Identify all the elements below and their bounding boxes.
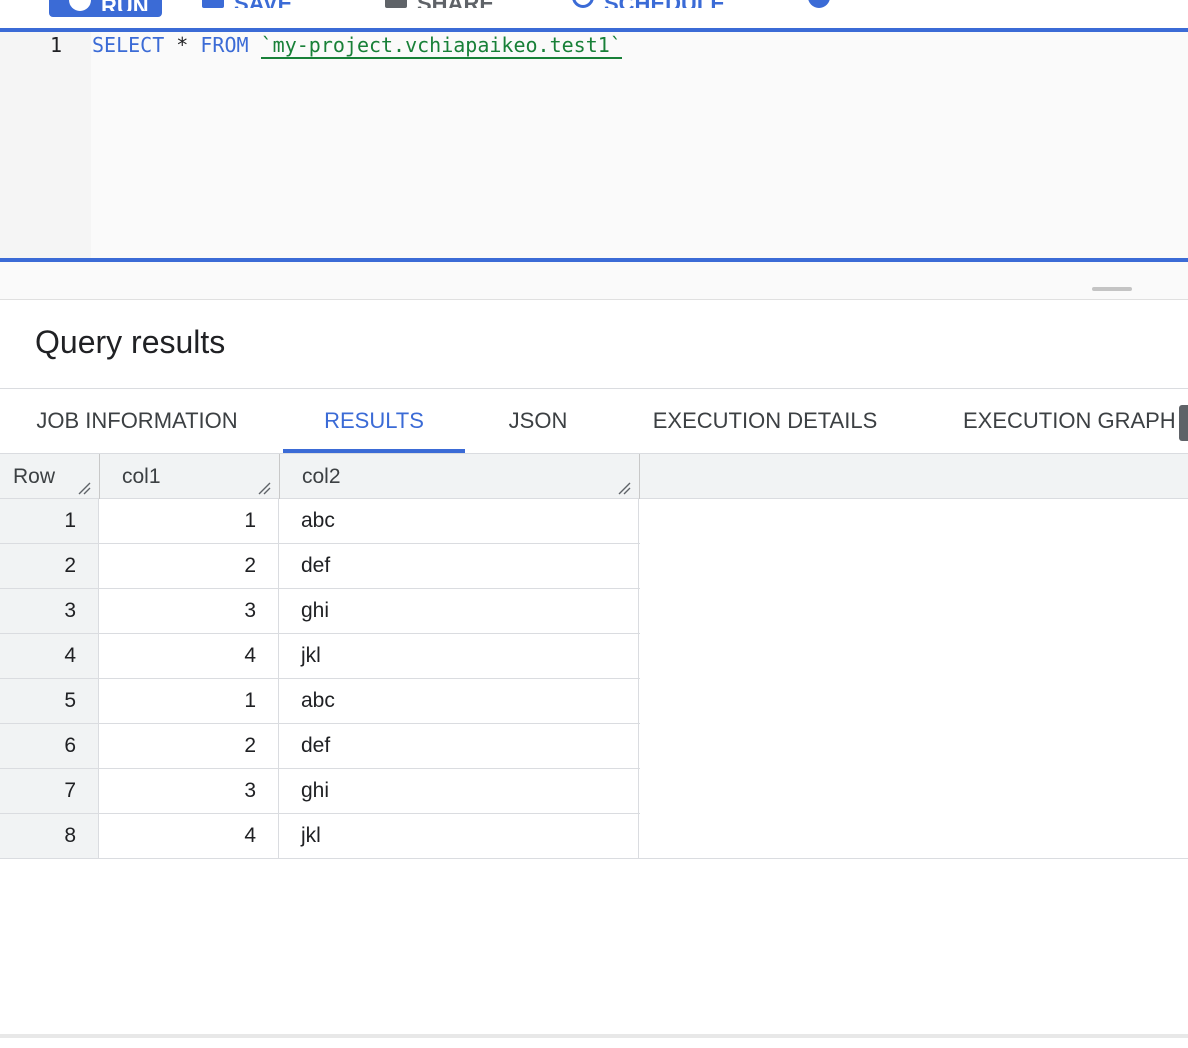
col1-cell[interactable]: 2	[99, 724, 279, 768]
sql-editor[interactable]: 1 SELECT * FROM `my-project.vchiapaikeo.…	[0, 32, 1188, 258]
header-row[interactable]: Row	[0, 454, 99, 499]
header-col2-label: col2	[302, 464, 341, 488]
row-number-cell: 7	[0, 769, 99, 813]
col2-cell[interactable]: jkl	[279, 634, 639, 678]
tab-overflow-arrow[interactable]	[1179, 405, 1188, 441]
column-resize-icon[interactable]	[257, 481, 271, 495]
share-icon	[385, 0, 407, 8]
play-icon	[69, 0, 91, 11]
col1-cell[interactable]: 1	[99, 679, 279, 723]
star-operator: *	[176, 33, 189, 57]
save-icon	[202, 0, 224, 8]
keyword-from: FROM	[200, 33, 249, 57]
keyword-select: SELECT	[92, 33, 165, 57]
tab-json[interactable]: JSON	[470, 389, 606, 453]
row-number-cell: 1	[0, 499, 99, 543]
tab-execution-graph[interactable]: EXECUTION GRAPH	[942, 389, 1188, 453]
table-row[interactable]: 3 3 ghi	[0, 589, 640, 634]
col2-cell[interactable]: def	[279, 544, 639, 588]
save-button[interactable]: SAVE	[202, 0, 292, 8]
table-row[interactable]: 7 3 ghi	[0, 769, 640, 814]
share-button[interactable]: SHARE	[385, 0, 494, 8]
col1-cell[interactable]: 3	[99, 769, 279, 813]
more-settings-button[interactable]	[808, 0, 830, 8]
column-resize-icon[interactable]	[617, 481, 631, 495]
col2-cell[interactable]: def	[279, 724, 639, 768]
query-toolbar: RUN SAVE SHARE SCHEDULE	[0, 0, 1188, 28]
col2-cell[interactable]: jkl	[279, 814, 639, 858]
column-resize-icon[interactable]	[77, 481, 91, 495]
line-number: 1	[49, 33, 62, 57]
table-row[interactable]: 2 2 def	[0, 544, 640, 589]
bottom-divider	[0, 1034, 1188, 1038]
row-number-cell: 8	[0, 814, 99, 858]
line-number-gutter: 1	[0, 32, 91, 258]
header-col2[interactable]: col2	[280, 454, 639, 499]
tab-execution-details[interactable]: EXECUTION DETAILS	[625, 389, 905, 453]
tab-job-information[interactable]: JOB INFORMATION	[0, 389, 274, 453]
query-results-title: Query results	[35, 324, 226, 360]
col2-cell[interactable]: ghi	[279, 589, 639, 633]
results-tabs: JOB INFORMATION RESULTS JSON EXECUTION D…	[0, 388, 1188, 454]
code-line[interactable]: SELECT * FROM `my-project.vchiapaikeo.te…	[92, 32, 622, 59]
schedule-button[interactable]: SCHEDULE	[572, 0, 725, 8]
table-row[interactable]: 6 2 def	[0, 724, 640, 769]
row-number-cell: 6	[0, 724, 99, 768]
header-col1[interactable]: col1	[100, 454, 279, 499]
col1-cell[interactable]: 3	[99, 589, 279, 633]
header-col1-label: col1	[122, 464, 161, 488]
drag-handle[interactable]	[1092, 287, 1132, 291]
col2-cell[interactable]: abc	[279, 679, 639, 723]
row-number-cell: 3	[0, 589, 99, 633]
row-number-cell: 4	[0, 634, 99, 678]
table-bottom-border	[640, 858, 1188, 859]
clock-icon	[572, 0, 594, 8]
table-row[interactable]: 8 4 jkl	[0, 814, 640, 859]
col1-cell[interactable]: 1	[99, 499, 279, 543]
col1-cell[interactable]: 4	[99, 634, 279, 678]
col2-cell[interactable]: ghi	[279, 769, 639, 813]
active-tab-indicator	[283, 449, 465, 453]
gear-icon	[808, 0, 830, 8]
panel-splitter[interactable]	[0, 262, 1188, 300]
row-number-cell: 5	[0, 679, 99, 723]
row-number-cell: 2	[0, 544, 99, 588]
results-table: Row col1 col2 1 1 abc 2 2 def 3 3 ghi 4 …	[0, 454, 1188, 859]
col2-cell[interactable]: abc	[279, 499, 639, 543]
table-reference[interactable]: `my-project.vchiapaikeo.test1`	[260, 33, 622, 59]
col1-cell[interactable]: 2	[99, 544, 279, 588]
table-row[interactable]: 1 1 abc	[0, 499, 640, 544]
table-row[interactable]: 5 1 abc	[0, 679, 640, 724]
tab-results[interactable]: RESULTS	[283, 389, 465, 453]
col1-cell[interactable]: 4	[99, 814, 279, 858]
table-row[interactable]: 4 4 jkl	[0, 634, 640, 679]
header-row-label: Row	[13, 464, 56, 488]
table-header: Row col1 col2	[0, 454, 1188, 499]
column-divider	[639, 454, 640, 499]
run-button[interactable]: RUN	[49, 0, 162, 17]
